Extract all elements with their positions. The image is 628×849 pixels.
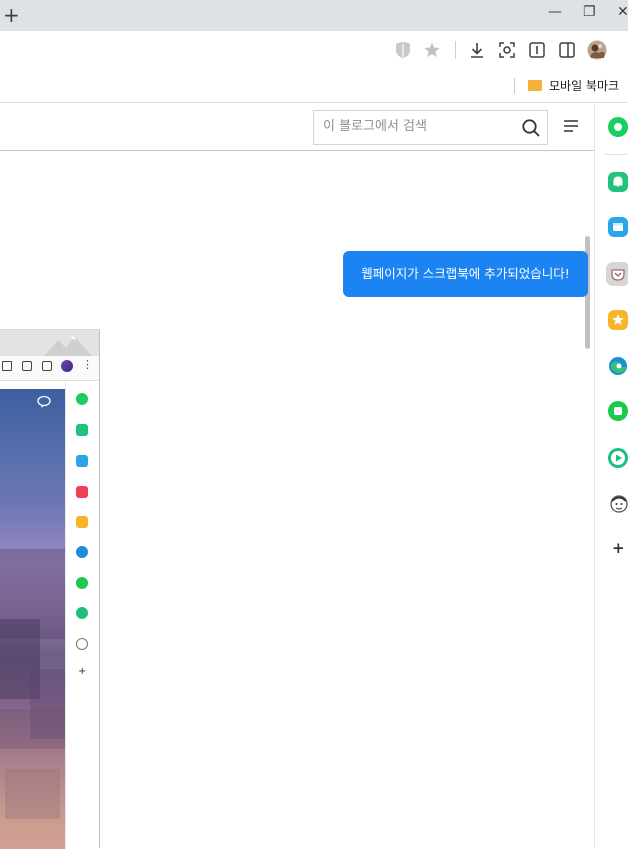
add-icon: + [78, 666, 87, 677]
embedded-toolbar: ⋮ [0, 356, 99, 381]
calendar-icon[interactable] [608, 217, 628, 237]
avatar-character-icon[interactable] [608, 493, 628, 515]
edge-browser-icon [76, 546, 88, 558]
mobile-bookmarks-label[interactable]: 모바일 북마크 [549, 77, 619, 94]
star-bookmark-icon[interactable] [608, 310, 628, 330]
reader-mode-icon [22, 361, 32, 371]
green-square-app-icon [76, 577, 88, 589]
play-icon[interactable] [608, 448, 628, 468]
embedded-browser-screenshot: ⋮ + [0, 329, 100, 849]
scrapbook-added-toast: 웹페이지가 스크랩북에 추가되었습니다! [343, 251, 588, 297]
close-window-button[interactable]: ✕ [617, 4, 628, 20]
embedded-titlebar [0, 330, 99, 356]
more-menu-icon[interactable]: ⋮ [621, 41, 628, 59]
calendar-icon [76, 455, 88, 467]
screen-capture-icon [2, 361, 12, 371]
side-panel [594, 104, 628, 848]
add-icon[interactable]: + [612, 541, 625, 556]
toolbar-divider [455, 41, 456, 59]
blog-search-input[interactable] [323, 119, 513, 134]
side-panel-icon [42, 361, 52, 371]
reader-mode-icon[interactable] [528, 41, 546, 59]
blog-search-box [313, 110, 548, 145]
green-circle-app-icon[interactable] [608, 117, 628, 137]
side-panel-divider [604, 154, 628, 155]
play-icon [76, 607, 88, 619]
shield-icon[interactable] [394, 41, 412, 59]
side-panel-icon[interactable] [558, 41, 576, 59]
more-menu-icon: ⋮ [82, 358, 93, 371]
download-icon[interactable] [468, 41, 486, 59]
bookmark-divider [514, 78, 515, 94]
bell-icon [76, 424, 88, 436]
star-icon[interactable] [423, 41, 441, 59]
search-icon[interactable] [521, 118, 541, 138]
green-circle-app-icon [76, 393, 88, 405]
city-sunset-photo [0, 389, 65, 849]
mountain-graphic [44, 336, 92, 356]
profile-avatar[interactable] [587, 40, 607, 60]
restore-button[interactable]: ❐ [583, 4, 596, 20]
edge-browser-icon[interactable] [608, 356, 628, 376]
screen-capture-icon[interactable] [498, 41, 516, 59]
new-tab-button[interactable]: + [3, 5, 20, 25]
pocket-icon [76, 486, 88, 498]
avatar-character-icon [76, 638, 88, 650]
window-titlebar [0, 0, 628, 31]
bell-icon[interactable] [608, 172, 628, 192]
folder-icon [528, 80, 542, 91]
minimize-button[interactable]: — [548, 4, 562, 20]
chat-bubble-icon [37, 395, 51, 408]
profile-avatar [61, 360, 73, 372]
star-bookmark-icon [76, 516, 88, 528]
embedded-side-panel: + [65, 381, 99, 849]
hamburger-menu-icon[interactable] [563, 119, 579, 133]
green-square-app-icon[interactable] [608, 401, 628, 421]
pocket-icon[interactable] [606, 262, 628, 286]
